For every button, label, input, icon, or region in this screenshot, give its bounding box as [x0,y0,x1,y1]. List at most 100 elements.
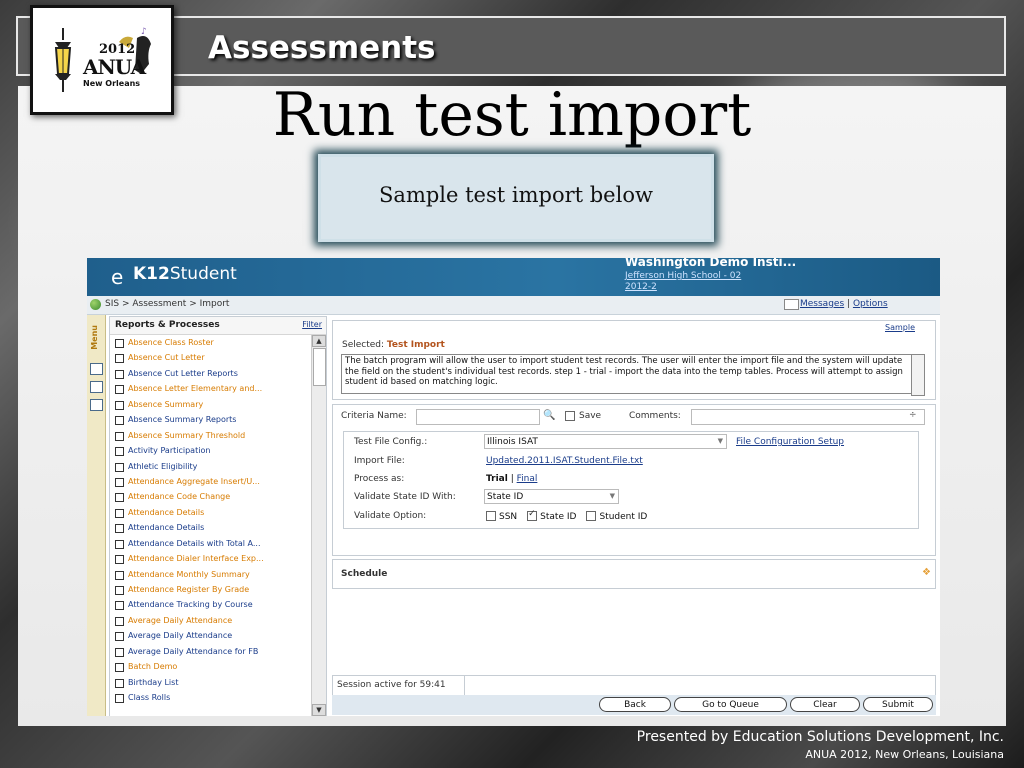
report-item[interactable]: Absence Summary [110,397,310,412]
scroll-down-icon[interactable]: ▼ [312,704,326,716]
envelope-icon[interactable] [784,299,799,310]
report-item[interactable]: Absence Summary Threshold [110,428,310,443]
scroll-thumb[interactable] [313,348,326,386]
validate-state-value: State ID [487,492,524,502]
expand-chevron-icon[interactable]: ❖ [922,567,931,578]
validate-option-checkbox[interactable] [586,511,597,521]
criteria-name-input[interactable] [416,409,540,425]
report-item[interactable]: Attendance Details with Total A... [110,536,310,551]
submit-button[interactable]: Submit [863,697,933,712]
validate-option-label: Validate Option: [354,511,427,521]
filter-link[interactable]: Filter [302,320,322,329]
link-separator: | [847,299,851,309]
validate-state-select[interactable]: State ID ▼ [484,489,619,504]
test-file-config-select[interactable]: Illinois ISAT ▼ [484,434,727,449]
report-item[interactable]: Batch Demo [110,659,310,674]
validate-option[interactable]: State ID [527,509,577,522]
report-item-label: Average Daily Attendance [128,615,233,625]
save-checkbox[interactable] [565,411,575,421]
back-button[interactable]: Back [599,697,671,712]
comments-input[interactable] [691,409,925,425]
search-icon[interactable]: 🔍 [543,410,555,421]
validate-option[interactable]: SSN [486,511,517,522]
validate-option-label: Student ID [599,511,648,522]
app-logo-text: Student [169,264,237,284]
schedule-label: Schedule [341,569,388,579]
report-item[interactable]: Absence Letter Elementary and... [110,381,310,396]
go-to-queue-button[interactable]: Go to Queue [674,697,787,712]
save-label: Save [579,411,602,421]
report-item-label: Absence Cut Letter Reports [128,368,238,378]
grid-icon[interactable] [90,381,103,393]
validate-option-checkbox[interactable] [486,511,496,521]
report-item[interactable]: Absence Summary Reports [110,412,310,427]
reports-scrollbar[interactable]: ▲ ▼ [311,335,326,716]
report-item[interactable]: Attendance Details [110,520,310,535]
comments-label: Comments: [629,411,681,421]
report-item[interactable]: Class Rolls [110,690,310,705]
schedule-panel[interactable]: Schedule ❖ [332,559,936,589]
import-file-label: Import File: [354,456,405,466]
expand-icon[interactable]: ÷ [909,410,917,420]
report-item[interactable]: Average Daily Attendance [110,613,310,628]
report-item-icon [115,524,124,534]
reports-title: Reports & Processes [115,320,220,330]
report-item-icon [115,694,124,704]
chevron-down-icon: ▼ [717,437,723,445]
file-configuration-setup-link[interactable]: File Configuration Setup [736,437,844,447]
report-item-label: Attendance Details with Total A... [128,538,261,548]
report-item[interactable]: Average Daily Attendance [110,628,310,643]
report-item-icon [115,493,124,503]
validate-option[interactable]: Student ID [586,511,648,522]
description-scrollbar[interactable] [911,354,925,396]
report-item[interactable]: Attendance Register By Grade [110,582,310,597]
clear-button[interactable]: Clear [790,697,860,712]
report-item[interactable]: Athletic Eligibility [110,459,310,474]
report-item[interactable]: Absence Cut Letter [110,350,310,365]
report-item-icon [115,586,124,595]
report-item[interactable]: Attendance Code Change [110,489,310,504]
report-item-icon [115,339,124,348]
validate-option-checkbox[interactable] [527,509,538,521]
logo-name: ANUA [83,55,146,79]
report-item-label: Absence Letter Elementary and... [128,384,263,394]
report-item[interactable]: Attendance Tracking by Course [110,597,310,612]
year-link[interactable]: 2012-2 [625,282,657,292]
report-item[interactable]: Average Daily Attendance for FB [110,644,310,659]
school-link[interactable]: Jefferson High School - 02 [625,271,741,281]
process-separator: | [510,474,514,484]
import-file-link[interactable]: Updated.2011.ISAT.Student.File.txt [486,456,643,466]
header-links: Messages | Options [800,299,888,309]
report-item[interactable]: Birthday List [110,675,310,690]
report-item-label: Class Rolls [128,693,171,703]
description-textarea[interactable]: The batch program will allow the user to… [341,354,919,394]
options-link[interactable]: Options [853,299,888,309]
criteria-row: Criteria Name: 🔍 Save Comments: ÷ [341,409,931,427]
report-item-icon [115,601,124,611]
validate-option-label: State ID [540,511,577,522]
process-final-link[interactable]: Final [517,474,538,484]
globe-icon [90,299,101,310]
report-item-icon [115,447,124,457]
report-item[interactable]: Attendance Dialer Interface Exp... [110,551,310,566]
process-trial[interactable]: Trial [486,474,508,484]
chevron-down-icon: ▼ [609,492,615,500]
report-item[interactable]: Attendance Aggregate Insert/U... [110,474,310,489]
messages-link[interactable]: Messages [800,299,844,309]
book-icon[interactable] [90,399,103,411]
sample-link[interactable]: Sample [885,323,915,332]
report-item[interactable]: Activity Participation [110,443,310,458]
chart-icon[interactable] [90,363,103,375]
report-item[interactable]: Absence Cut Letter Reports [110,366,310,381]
scroll-up-icon[interactable]: ▲ [312,335,326,347]
report-item-label: Absence Summary [128,399,204,409]
report-item-label: Average Daily Attendance [128,631,233,641]
report-item[interactable]: Attendance Monthly Summary [110,567,310,582]
report-item[interactable]: Attendance Details [110,505,310,520]
process-as-label: Process as: [354,474,405,484]
selected-value: Test Import [386,340,445,350]
status-divider [464,676,465,695]
menu-tab[interactable]: Menu [90,325,99,350]
report-item-icon [115,508,124,518]
report-item[interactable]: Absence Class Roster [110,335,310,350]
